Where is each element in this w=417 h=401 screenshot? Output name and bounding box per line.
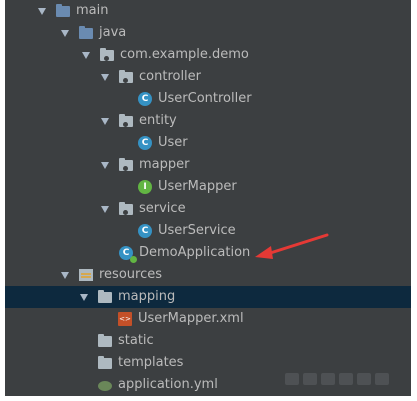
- package-icon: [119, 201, 135, 217]
- project-tree-panel: main java com.example.demo controller C …: [5, 0, 411, 396]
- expand-arrow-icon[interactable]: [101, 73, 109, 81]
- tree-node-user-service[interactable]: C UserService: [5, 220, 411, 242]
- tree-node-java[interactable]: java: [5, 22, 411, 44]
- expand-arrow-icon[interactable]: [101, 117, 109, 125]
- tree-node-label: application.yml: [118, 377, 218, 392]
- resources-folder-icon: [79, 267, 95, 283]
- tree-node-label: static: [118, 333, 154, 348]
- tree-node-label: controller: [139, 69, 202, 84]
- tree-node-label: User: [158, 135, 188, 150]
- watermark: [285, 368, 407, 390]
- tree-node-entity[interactable]: entity: [5, 110, 411, 132]
- folder-icon: [98, 355, 114, 371]
- tree-node-label: main: [76, 3, 109, 18]
- package-icon: [119, 69, 135, 85]
- tree-node-label: DemoApplication: [139, 245, 251, 260]
- tree-node-label: mapping: [118, 289, 176, 304]
- expand-arrow-icon[interactable]: [82, 51, 90, 59]
- source-folder-icon: [79, 25, 95, 41]
- package-icon: [119, 113, 135, 129]
- xml-file-icon: <>: [118, 311, 134, 327]
- tree-node-user[interactable]: C User: [5, 132, 411, 154]
- tree-node-label: UserMapper: [158, 179, 237, 194]
- tree-node-label: entity: [139, 113, 177, 128]
- expand-arrow-icon[interactable]: [61, 271, 69, 279]
- folder-icon: [98, 333, 114, 349]
- tree-node-label: UserController: [158, 91, 252, 106]
- tree-node-mapping[interactable]: mapping: [5, 286, 411, 308]
- tree-node-service[interactable]: service: [5, 198, 411, 220]
- tree-node-label: templates: [118, 355, 184, 370]
- spring-boot-class-icon: C: [119, 245, 137, 263]
- tree-node-package-root[interactable]: com.example.demo: [5, 44, 411, 66]
- tree-node-user-controller[interactable]: C UserController: [5, 88, 411, 110]
- expand-arrow-icon[interactable]: [101, 161, 109, 169]
- tree-node-mapper[interactable]: mapper: [5, 154, 411, 176]
- tree-node-label: UserService: [158, 223, 236, 238]
- tree-node-resources[interactable]: resources: [5, 264, 411, 286]
- class-icon: C: [138, 135, 154, 151]
- package-icon: [100, 47, 116, 63]
- tree-node-user-mapper[interactable]: I UserMapper: [5, 176, 411, 198]
- tree-node-label: service: [139, 201, 186, 216]
- tree-node-label: com.example.demo: [120, 47, 249, 62]
- class-icon: C: [138, 91, 154, 107]
- package-icon: [119, 157, 135, 173]
- annotation-arrow-icon: [255, 233, 329, 259]
- expand-arrow-icon[interactable]: [61, 29, 69, 37]
- class-icon: C: [138, 223, 154, 239]
- expand-arrow-icon[interactable]: [80, 293, 88, 301]
- spring-config-file-icon: [98, 377, 114, 393]
- tree-node-label: java: [99, 25, 127, 40]
- tree-node-controller[interactable]: controller: [5, 66, 411, 88]
- tree-node-demo-application[interactable]: C DemoApplication: [5, 242, 411, 264]
- tree-node-label: resources: [99, 267, 163, 282]
- tree-node-static[interactable]: static: [5, 330, 411, 352]
- folder-icon: [98, 289, 114, 305]
- tree-node-user-mapper-xml[interactable]: <> UserMapper.xml: [5, 308, 411, 330]
- tree-node-label: UserMapper.xml: [138, 311, 244, 326]
- folder-icon: [56, 3, 72, 19]
- interface-icon: I: [138, 179, 154, 195]
- expand-arrow-icon[interactable]: [101, 205, 109, 213]
- tree-node-label: mapper: [139, 157, 190, 172]
- expand-arrow-icon[interactable]: [38, 7, 46, 15]
- tree-node-main[interactable]: main: [5, 0, 411, 22]
